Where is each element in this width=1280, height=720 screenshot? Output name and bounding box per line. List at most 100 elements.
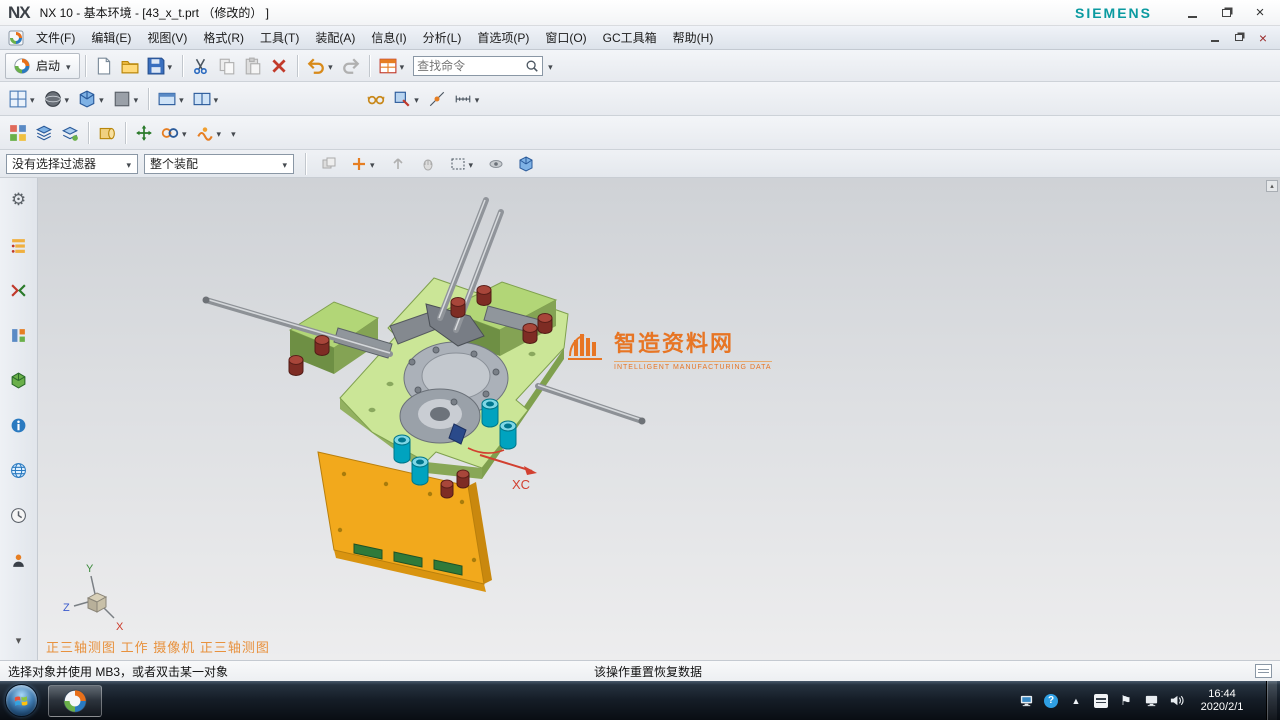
selection-scope-combo[interactable]: 整个装配 xyxy=(144,154,294,174)
minimize-button[interactable] xyxy=(1180,4,1204,22)
assembly-navigator-button[interactable] xyxy=(7,233,31,257)
show-hide-button[interactable] xyxy=(363,86,389,112)
start-menu-button[interactable]: 启动 xyxy=(5,53,80,79)
show-component-button[interactable] xyxy=(57,120,83,146)
snapshot-button[interactable] xyxy=(484,151,508,177)
clock-icon xyxy=(10,507,27,524)
solid-filter-button[interactable] xyxy=(514,151,538,177)
constraint-navigator-button[interactable] xyxy=(7,278,31,302)
menu-assemblies[interactable]: 装配(A) xyxy=(307,26,363,49)
split-pane-button[interactable] xyxy=(189,86,224,112)
process-studio-button[interactable] xyxy=(7,548,31,572)
cut-button[interactable] xyxy=(188,53,214,79)
reuse-library-button[interactable] xyxy=(7,368,31,392)
menu-file[interactable]: 文件(F) xyxy=(28,26,83,49)
pane-icon xyxy=(158,90,176,108)
marquee-style-button[interactable] xyxy=(446,151,479,177)
chevron-down-icon xyxy=(29,93,36,105)
tray-input-indicator-button[interactable] xyxy=(1093,693,1109,709)
menu-format[interactable]: 格式(R) xyxy=(195,26,252,49)
windows-taskbar: ? ▲ ⚑ 16:44 2020/2/1 xyxy=(0,681,1280,720)
tray-help-button[interactable]: ? xyxy=(1043,693,1059,709)
edit-object-display-button[interactable] xyxy=(389,86,424,112)
tray-display-status-button[interactable] xyxy=(1018,693,1034,709)
close-button[interactable]: × xyxy=(1248,4,1272,22)
viewport-corner-button[interactable]: ▴ xyxy=(1266,180,1278,192)
menu-information[interactable]: 信息(I) xyxy=(363,26,414,49)
hd3d-tools-button[interactable] xyxy=(7,413,31,437)
open-component-button[interactable] xyxy=(31,120,57,146)
wave-geometry-button[interactable] xyxy=(192,120,227,146)
assembly-constraints-button[interactable] xyxy=(157,120,192,146)
tray-action-center-button[interactable]: ⚑ xyxy=(1118,693,1134,709)
view-triad[interactable]: Y Z X xyxy=(63,563,124,633)
new-file-button[interactable] xyxy=(91,53,117,79)
search-options-button[interactable] xyxy=(543,53,558,79)
open-file-button[interactable] xyxy=(117,53,143,79)
menu-tools[interactable]: 工具(T) xyxy=(252,26,307,49)
menu-window[interactable]: 窗口(O) xyxy=(537,26,594,49)
delete-button[interactable] xyxy=(266,53,292,79)
window-pane-button[interactable] xyxy=(154,86,189,112)
allow-selection-pair-button[interactable] xyxy=(317,151,341,177)
status-window-icon[interactable] xyxy=(1255,664,1272,678)
restore-button[interactable] xyxy=(1214,4,1238,22)
tray-volume-button[interactable] xyxy=(1168,693,1184,709)
taskbar-nx-app-button[interactable] xyxy=(48,685,102,717)
doc-minimize-button[interactable] xyxy=(1206,30,1224,45)
part-navigator-button[interactable] xyxy=(7,323,31,347)
menu-view[interactable]: 视图(V) xyxy=(139,26,195,49)
toolbar-separator xyxy=(182,55,183,77)
paste-button[interactable] xyxy=(240,53,266,79)
menu-preferences[interactable]: 首选项(P) xyxy=(469,26,537,49)
redo-arrow-icon xyxy=(342,57,360,75)
menu-edit[interactable]: 编辑(E) xyxy=(83,26,139,49)
find-component-button[interactable] xyxy=(5,120,31,146)
move-component-button[interactable] xyxy=(131,120,157,146)
pattern-component-button[interactable] xyxy=(94,120,120,146)
view-orient-button[interactable] xyxy=(40,86,75,112)
measure-button[interactable] xyxy=(450,86,485,112)
copy-button[interactable] xyxy=(214,53,240,79)
resource-bar-expand-button[interactable]: ▾ xyxy=(7,628,31,652)
layout-button[interactable] xyxy=(5,86,40,112)
start-button[interactable] xyxy=(5,684,38,717)
menu-analysis[interactable]: 分析(L) xyxy=(415,26,470,49)
selection-up-button[interactable] xyxy=(386,151,410,177)
doc-close-button[interactable]: × xyxy=(1254,30,1272,45)
network-monitor-icon xyxy=(1144,693,1159,708)
help-icon: ? xyxy=(1044,694,1058,708)
assembly-more-button[interactable] xyxy=(226,120,241,146)
search-icon[interactable] xyxy=(525,59,539,73)
menu-gc-toolbox[interactable]: GC工具箱 xyxy=(595,26,665,49)
isometric-view-button[interactable] xyxy=(74,86,109,112)
watermark-subtitle: INTELLIGENT MANUFACTURING DATA xyxy=(614,361,772,371)
web-browser-button[interactable] xyxy=(7,458,31,482)
doc-restore-button[interactable] xyxy=(1230,30,1248,45)
type-filter-combo[interactable]: 没有选择过滤器 xyxy=(6,154,138,174)
redo-button[interactable] xyxy=(338,53,364,79)
undo-button[interactable] xyxy=(303,53,338,79)
save-button[interactable] xyxy=(143,53,178,79)
add-filter-button[interactable] xyxy=(347,151,380,177)
show-desktop-button[interactable] xyxy=(1266,681,1277,720)
command-search-input[interactable] xyxy=(417,59,525,73)
graphics-window[interactable]: XC Y Z X ▴ xyxy=(38,178,1280,660)
render-style-button[interactable] xyxy=(109,86,144,112)
screen-layout-button[interactable] xyxy=(375,53,410,79)
app-menu-icon[interactable] xyxy=(8,30,24,46)
roles-gear-button[interactable]: ⚙ xyxy=(7,188,31,212)
command-finder[interactable] xyxy=(413,56,543,76)
taskbar-clock[interactable]: 16:44 2020/2/1 xyxy=(1193,688,1251,714)
tray-show-hidden-button[interactable]: ▲ xyxy=(1068,693,1084,709)
watermark-title: 智造资料网 xyxy=(614,326,772,358)
paste-icon xyxy=(244,57,262,75)
layers-show-icon xyxy=(61,124,79,142)
model-canvas[interactable]: XC Y Z X xyxy=(38,178,1280,660)
history-button[interactable] xyxy=(7,503,31,527)
selection-hand-button[interactable] xyxy=(416,151,440,177)
rod-right[interactable] xyxy=(538,385,646,425)
tray-network-button[interactable] xyxy=(1143,693,1159,709)
menu-help[interactable]: 帮助(H) xyxy=(665,26,722,49)
snap-point-button[interactable] xyxy=(424,86,450,112)
